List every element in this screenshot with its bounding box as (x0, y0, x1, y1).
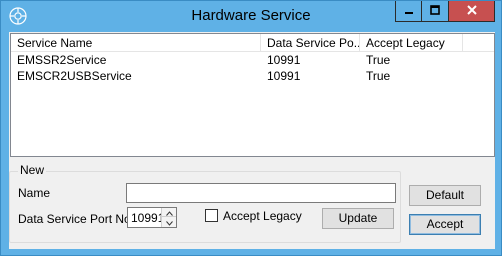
cell-service-name: EMSSR2Service (17, 53, 107, 67)
update-button[interactable]: Update (322, 208, 394, 229)
name-label: Name (18, 186, 51, 200)
cell-accept-legacy: True (366, 69, 391, 83)
port-value[interactable]: 10991 (131, 211, 164, 225)
cell-service-name: EMSCR2USBService (17, 69, 132, 83)
client-area: Service Name Data Service Po... Accept L… (9, 32, 495, 249)
service-list[interactable]: Service Name Data Service Po... Accept L… (10, 33, 495, 157)
window-controls (395, 1, 495, 23)
cell-accept-legacy: True (366, 53, 391, 67)
chevron-down-icon (165, 215, 173, 229)
stepper-buttons (161, 208, 176, 227)
list-header: Service Name Data Service Po... Accept L… (11, 34, 494, 52)
column-accept-legacy[interactable]: Accept Legacy (360, 34, 463, 52)
cell-port: 10991 (267, 53, 301, 67)
stepper-down-button[interactable] (162, 217, 176, 226)
list-item[interactable]: EMSCR2USBService 10991 True (11, 68, 494, 84)
accept-legacy-label[interactable]: Accept Legacy (223, 209, 302, 223)
column-data-service-port[interactable]: Data Service Po... (261, 34, 360, 52)
accept-legacy-checkbox[interactable] (205, 209, 218, 222)
title-bar[interactable]: Hardware Service (1, 1, 501, 32)
group-label: New (18, 163, 47, 177)
cell-port: 10991 (267, 69, 301, 83)
close-button[interactable] (449, 1, 495, 22)
default-button[interactable]: Default (409, 185, 481, 206)
column-service-name[interactable]: Service Name (11, 34, 261, 52)
minimize-icon (404, 4, 414, 18)
hardware-service-window: Hardware Service Service Name Data Servi… (0, 0, 502, 256)
new-service-group (9, 171, 401, 243)
list-item[interactable]: EMSSR2Service 10991 True (11, 52, 494, 68)
maximize-icon (430, 4, 440, 18)
port-stepper[interactable]: 10991 (127, 207, 177, 228)
port-label: Data Service Port No. (18, 212, 135, 226)
name-field[interactable] (126, 183, 396, 203)
maximize-button[interactable] (422, 1, 449, 22)
accept-button[interactable]: Accept (409, 214, 481, 235)
close-icon (466, 4, 478, 19)
minimize-button[interactable] (395, 1, 422, 22)
